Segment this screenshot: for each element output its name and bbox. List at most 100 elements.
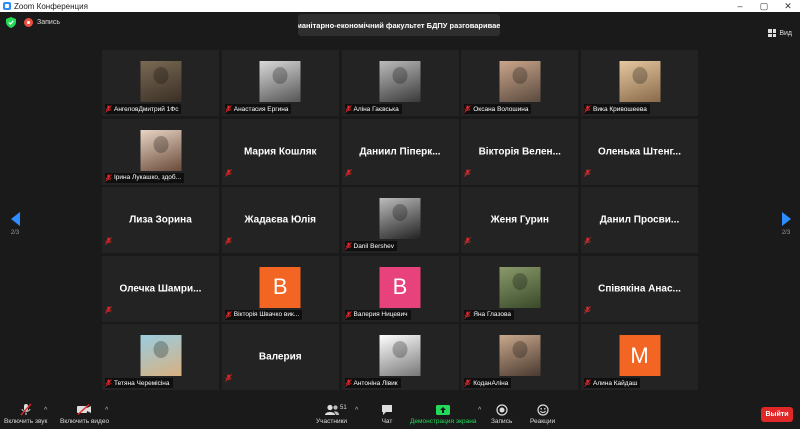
participant-video (499, 335, 541, 376)
muted-mic-icon (344, 242, 352, 250)
share-options-caret[interactable]: ^ (478, 407, 481, 414)
participants-options-caret[interactable]: ^ (355, 407, 358, 414)
participant-tile[interactable]: B Вікторія Швачко вик... (221, 255, 339, 322)
participant-tile[interactable]: Тетяна Черемісіна (102, 324, 219, 390)
participant-tile[interactable]: Валерия (221, 324, 339, 390)
reactions-button[interactable]: Реакции (530, 403, 555, 425)
participant-label-text: Аліна Гаєвська (353, 105, 399, 113)
participant-tile[interactable]: Danil Bershev (341, 187, 459, 253)
participants-label: Участники (316, 418, 348, 425)
view-button[interactable]: Вид (768, 29, 792, 37)
close-button[interactable]: ✕ (776, 1, 800, 12)
participant-name: Лиза Зорина (129, 214, 192, 226)
participant-tile[interactable]: Оленька Штенг... (581, 118, 698, 185)
muted-mic-icon (20, 403, 32, 416)
participant-tile[interactable]: Женя Гурин (461, 187, 579, 253)
participant-name: Олечка Шамри... (119, 283, 202, 294)
start-video-label: Включить видео (60, 418, 110, 425)
participant-name: Женя Гурин (490, 214, 549, 226)
participant-tile[interactable]: Даниил Піперк... (341, 118, 459, 185)
muted-mic-icon (584, 305, 591, 314)
participant-avatar: B (379, 266, 421, 308)
participant-label-text: Яна Глазова (473, 311, 511, 318)
window-title: Zoom Конференция (14, 1, 88, 11)
muted-mic-icon (584, 237, 591, 245)
recording-indicator[interactable]: Запись (24, 18, 60, 27)
muted-mic-icon (344, 310, 352, 319)
reactions-label: Реакции (530, 418, 556, 425)
participant-tile[interactable]: Вика Кривошеева (581, 50, 698, 116)
participant-tile[interactable]: АнгеловДмитрий 1Фс (102, 50, 219, 116)
muted-mic-icon (105, 379, 112, 387)
participant-label-text: Антоніна Лівик (353, 379, 398, 387)
participant-tile[interactable]: Данил Просви... (581, 187, 698, 253)
participant-label-text: АнгеловДмитрий 1Фс (114, 105, 179, 113)
next-page-button[interactable]: 2/3 (779, 212, 793, 236)
arrow-left-icon (10, 212, 20, 226)
participant-tile[interactable]: Вікторія Велен... (461, 118, 579, 185)
participant-tile[interactable]: Жадаєва Юлія (221, 187, 339, 253)
unmute-button[interactable]: Включить звук (4, 403, 47, 425)
chat-button[interactable]: Чат (381, 403, 393, 425)
muted-mic-icon (105, 237, 112, 245)
muted-mic-icon (584, 379, 591, 387)
audio-options-caret[interactable]: ^ (44, 407, 47, 414)
active-speaker-banner: Гуманітарно-економічний факультет БДПУ р… (298, 14, 500, 36)
muted-mic-icon (464, 168, 472, 177)
participant-label: Валерия Ницевич (344, 309, 411, 320)
participant-tile[interactable]: Аліна Гаєвська (341, 50, 459, 116)
start-video-button[interactable]: Включить видео (60, 403, 109, 425)
participant-label: Анастасия Ергина (224, 104, 292, 114)
muted-mic-icon (584, 105, 591, 113)
record-button[interactable]: Запись (491, 403, 512, 425)
participant-video (140, 129, 181, 171)
participant-label-text: Тетяна Черемісіна (114, 379, 170, 387)
participant-video (140, 61, 181, 102)
muted-mic-icon (105, 305, 112, 314)
muted-mic-icon (344, 168, 352, 177)
record-dot-icon (24, 18, 33, 27)
participant-tile[interactable]: Ірина Лукашко, здоб... (102, 118, 219, 185)
participant-tile[interactable]: Олечка Шамри... (102, 255, 219, 322)
participant-tile[interactable]: Анастасия Ергина (221, 50, 339, 116)
participant-label-text: Оксана Волошина (473, 105, 529, 113)
participant-tile[interactable]: Оксана Волошина (461, 50, 579, 116)
participant-tile[interactable]: КоданАліна (461, 324, 579, 390)
video-options-caret[interactable]: ^ (105, 407, 108, 414)
participant-tile[interactable]: B Валерия Ницевич (341, 255, 459, 322)
participant-label: Алина Кайдаш (584, 378, 641, 388)
maximize-button[interactable]: ▢ (752, 1, 776, 12)
participant-tile[interactable]: Лиза Зорина (102, 187, 219, 253)
muted-mic-icon (464, 105, 472, 113)
muted-mic-icon (224, 374, 232, 382)
share-screen-label: Демонстрация экрана (410, 418, 477, 425)
minimize-button[interactable]: – (728, 1, 752, 11)
participant-name: Вікторія Велен... (478, 146, 561, 157)
participant-tile[interactable]: M Алина Кайдаш (581, 324, 698, 390)
unmute-label: Включить звук (4, 418, 48, 425)
leave-meeting-button[interactable]: Выйти (761, 407, 793, 422)
participant-video (140, 335, 181, 376)
participant-label: Ірина Лукашко, здоб... (105, 172, 184, 183)
participant-name: Жадаєва Юлія (244, 214, 317, 226)
arrow-right-icon (781, 212, 791, 226)
participant-label: Вика Кривошеева (584, 104, 650, 114)
participant-label-text: Danil Bershev (353, 242, 394, 250)
muted-mic-icon (344, 105, 352, 113)
muted-mic-icon (464, 310, 472, 319)
page-indicator-right: 2/3 (781, 230, 791, 236)
participant-name: Співякіна Анас... (598, 283, 681, 294)
participant-video (379, 61, 421, 102)
participant-tile[interactable]: Співякіна Анас... (581, 255, 698, 322)
participant-label: Вікторія Швачко вик... (224, 309, 303, 320)
participant-avatar: M (619, 335, 660, 376)
share-screen-button[interactable]: Демонстрация экрана (410, 403, 476, 425)
participant-tile[interactable]: Яна Глазова (461, 255, 579, 322)
participant-tile[interactable]: Антоніна Лівик (341, 324, 459, 390)
participant-label: Danil Bershev (344, 241, 397, 251)
prev-page-button[interactable]: 2/3 (8, 212, 22, 236)
participant-tile[interactable]: Мария Кошляк (221, 118, 339, 185)
shield-icon[interactable] (6, 17, 16, 28)
participant-video (499, 61, 541, 102)
muted-mic-icon (224, 237, 232, 245)
